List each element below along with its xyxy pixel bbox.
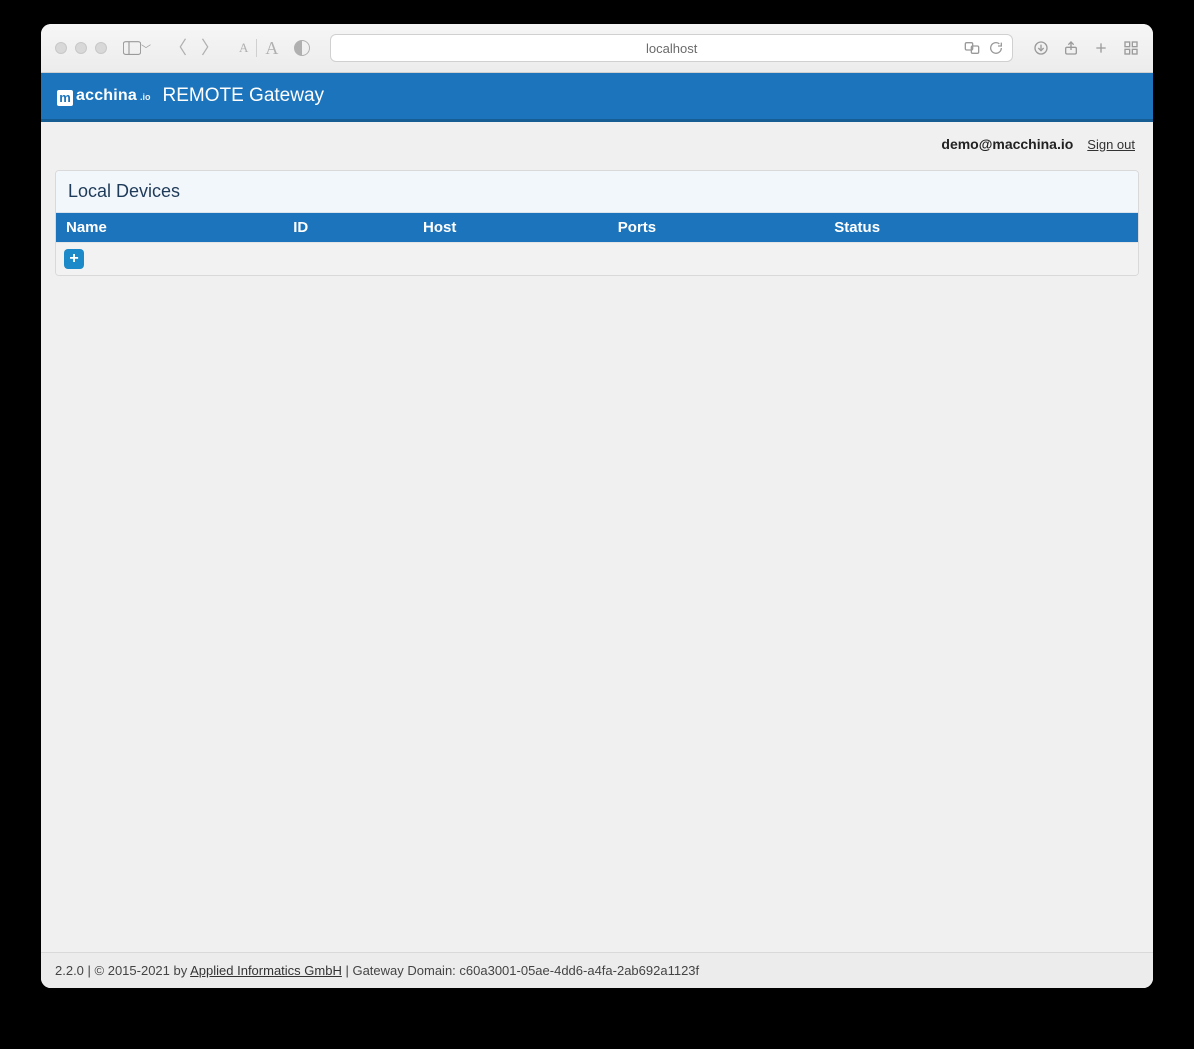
fullscreen-window-button[interactable] — [95, 42, 107, 54]
footer-domain: c60a3001-05ae-4dd6-a4fa-2ab692a1123f — [459, 963, 699, 978]
footer-domain-prefix: | Gateway Domain: — [342, 963, 460, 978]
footer: 2.2.0 | © 2015-2021 by Applied Informati… — [41, 952, 1153, 988]
reader-mode-icon[interactable] — [294, 40, 310, 56]
col-name[interactable]: Name — [56, 213, 283, 243]
table-header-row: Name ID Host Ports Status — [56, 213, 1138, 243]
sign-out-link[interactable]: Sign out — [1087, 137, 1135, 152]
user-bar: demo@macchina.io Sign out — [41, 122, 1153, 162]
forward-button[interactable]: 〉 — [201, 39, 219, 57]
brand-suffix: .io — [140, 92, 151, 102]
minimize-window-button[interactable] — [75, 42, 87, 54]
panel-title: Local Devices — [56, 171, 1138, 213]
app-header: m acchina .io REMOTE Gateway — [41, 73, 1153, 122]
back-button[interactable]: 〈 — [169, 39, 187, 57]
footer-version: 2.2.0 — [55, 963, 84, 978]
brand-mark-icon: m — [57, 90, 73, 106]
address-bar[interactable]: localhost — [330, 34, 1013, 62]
plus-icon: + — [69, 251, 78, 267]
sidebar-toggle-button[interactable]: ﹀ — [123, 41, 151, 56]
add-device-button[interactable]: + — [64, 249, 84, 269]
table-row-add: + — [56, 243, 1138, 276]
page-body: demo@macchina.io Sign out Local Devices … — [41, 122, 1153, 988]
divider — [256, 39, 257, 57]
new-tab-icon[interactable] — [1093, 40, 1109, 56]
browser-toolbar: ﹀ 〈 〉 A A localhost — [41, 24, 1153, 73]
devices-table: Name ID Host Ports Status + — [56, 213, 1138, 275]
downloads-icon[interactable] — [1033, 40, 1049, 56]
text-size-decrease-button[interactable]: A — [239, 40, 248, 56]
chevron-down-icon: ﹀ — [141, 41, 151, 56]
col-host[interactable]: Host — [413, 213, 608, 243]
reload-icon[interactable] — [988, 40, 1004, 56]
col-ports[interactable]: Ports — [608, 213, 824, 243]
text-size-increase-button[interactable]: A — [265, 38, 278, 59]
share-icon[interactable] — [1063, 40, 1079, 56]
tab-overview-icon[interactable] — [1123, 40, 1139, 56]
brand-name: acchina — [76, 87, 137, 105]
address-text: localhost — [646, 41, 697, 56]
brand-logo[interactable]: m acchina .io — [57, 87, 151, 105]
local-devices-panel: Local Devices Name ID Host Ports Status — [55, 170, 1139, 276]
translate-icon[interactable] — [964, 40, 980, 56]
window-controls — [55, 42, 107, 54]
footer-copyright-prefix: | © 2015-2021 by — [84, 963, 190, 978]
close-window-button[interactable] — [55, 42, 67, 54]
col-status[interactable]: Status — [824, 213, 1138, 243]
browser-window: ﹀ 〈 〉 A A localhost — [41, 24, 1153, 988]
user-email: demo@macchina.io — [941, 136, 1073, 152]
col-id[interactable]: ID — [283, 213, 413, 243]
footer-company-link[interactable]: Applied Informatics GmbH — [190, 963, 342, 978]
app-title: REMOTE Gateway — [163, 85, 325, 107]
